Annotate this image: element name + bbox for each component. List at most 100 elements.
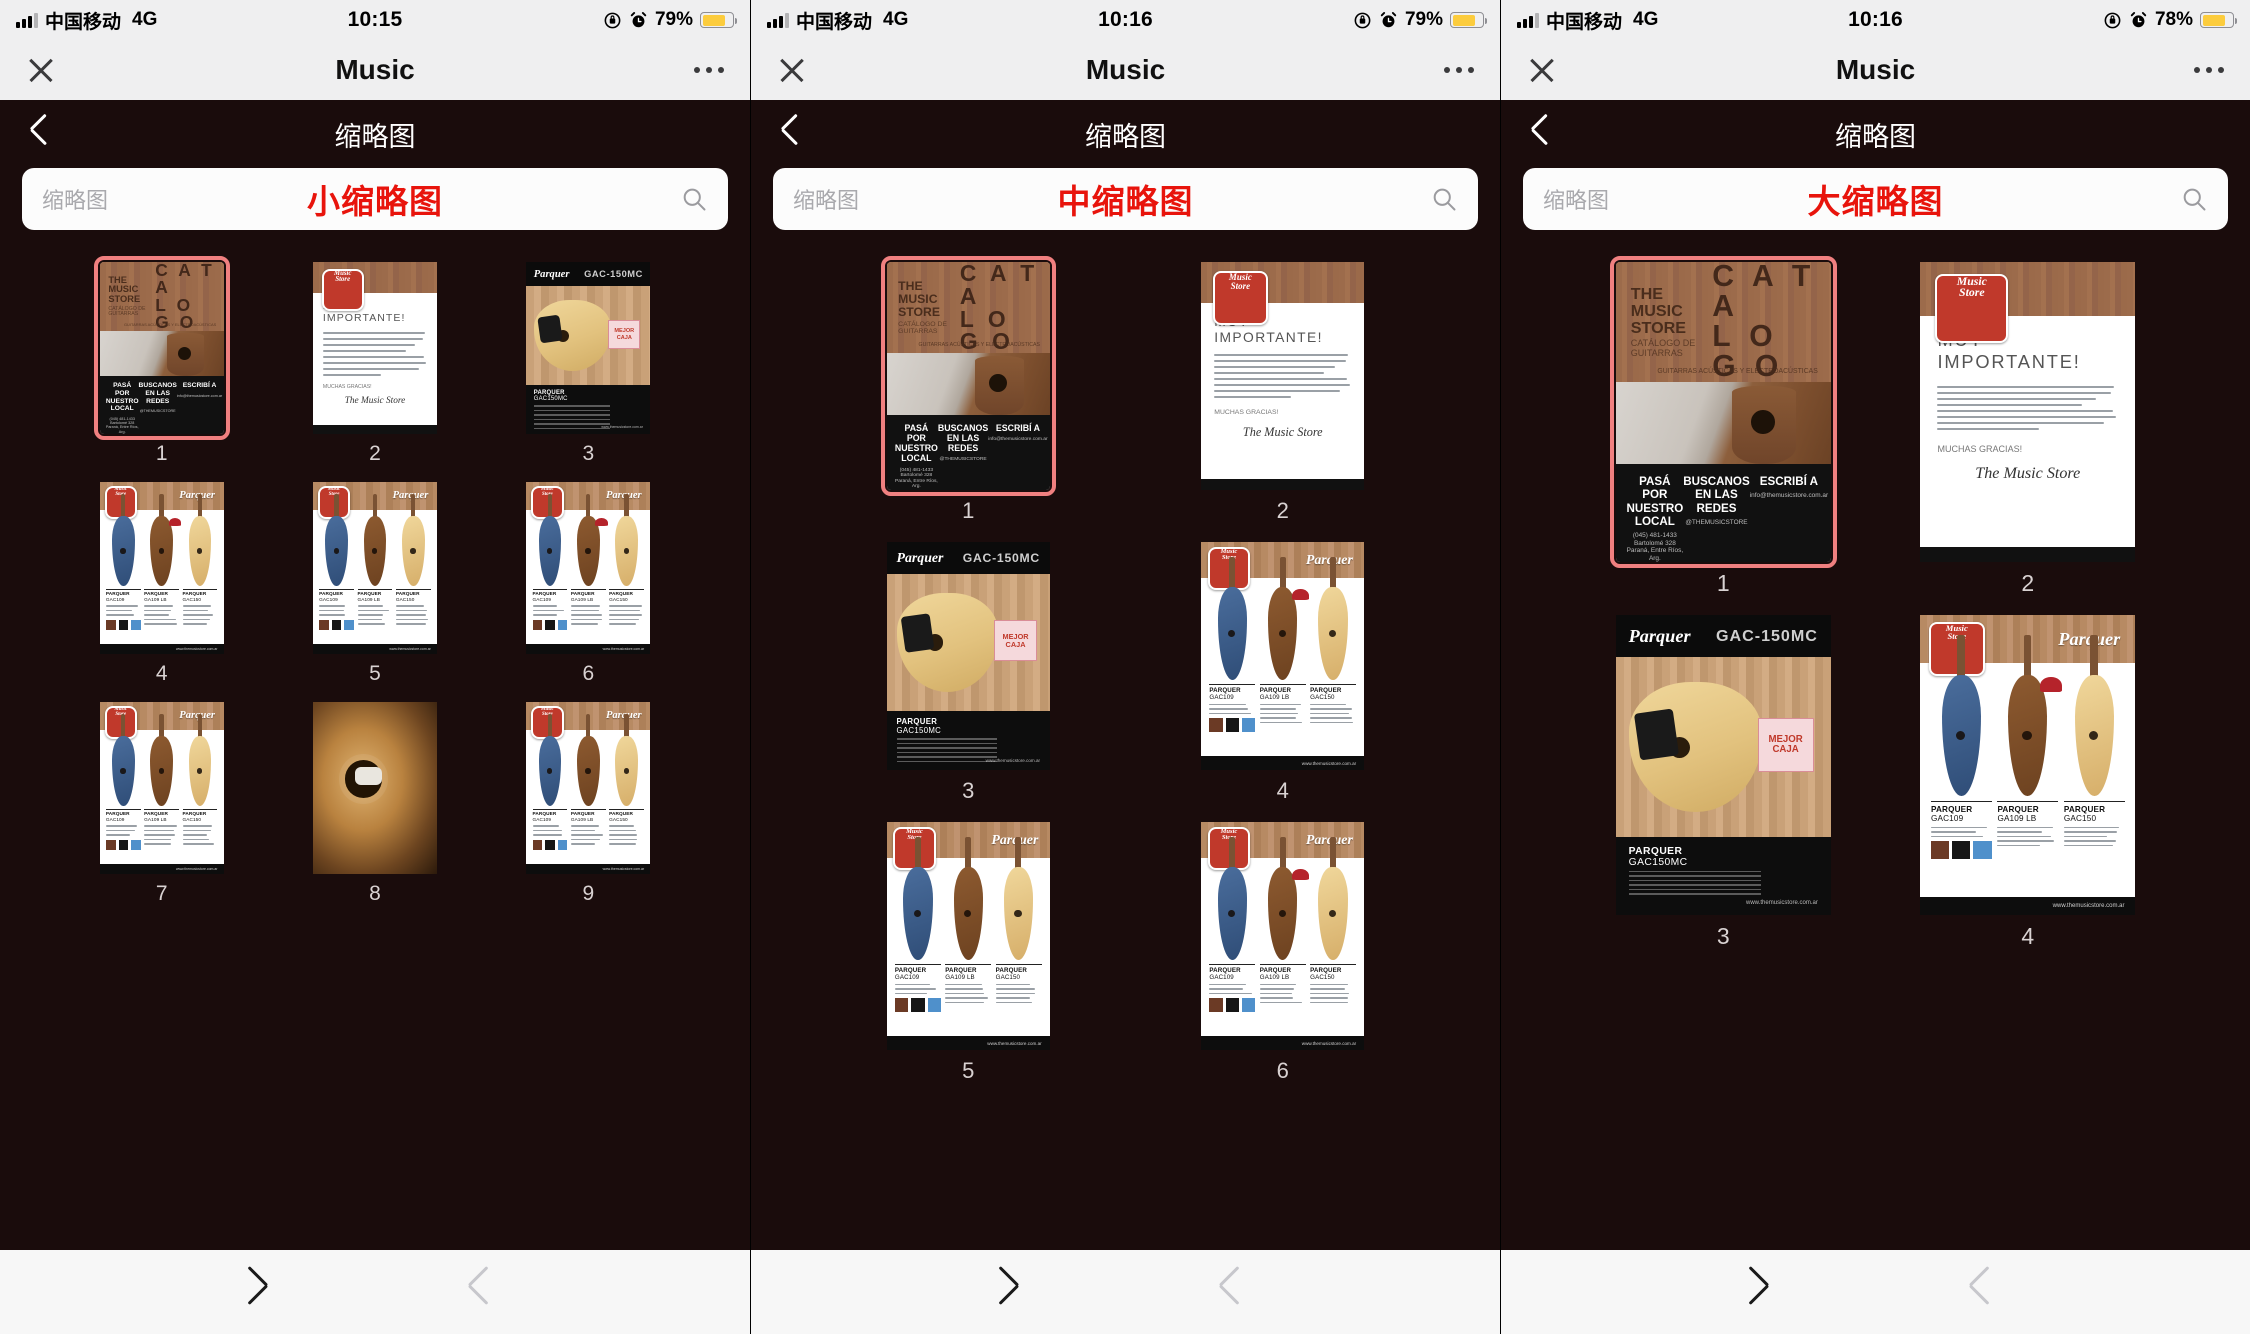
thumbnail-cell[interactable]: MusicStoreParquerPARQUERGAC109PARQUERGA1… [482, 702, 695, 916]
close-icon[interactable] [26, 55, 56, 85]
poster-website: www.themusicstore.com.ar [176, 867, 217, 871]
clock-label: 10:16 [1017, 8, 1234, 32]
thumbnail[interactable]: MusicStoreParquerPARQUERGAC109PARQUERGA1… [100, 702, 224, 874]
rotation-lock-icon [603, 11, 622, 30]
poster-important-body: MUY IMPORTANTE!MUCHAS GRACIAS!The Music … [1920, 316, 2135, 547]
search-input[interactable]: 缩略图 小缩略图 [22, 168, 728, 230]
poster-product-image [895, 863, 941, 963]
next-page-button[interactable] [465, 1272, 487, 1312]
poster-website: www.themusicstore.com.ar [389, 647, 430, 651]
next-page-button[interactable] [1966, 1272, 1988, 1312]
search-input[interactable]: 缩略图 中缩略图 [773, 168, 1478, 230]
search-row: 缩略图 大缩略图 [1501, 168, 2250, 230]
thumbnail-cell[interactable]: THE MUSIC STORE CATÁLOGO DE GUITARRAS C A T … [1571, 262, 1876, 607]
color-swatch [1931, 841, 1949, 859]
thumbnail[interactable]: Parquer GAC-150MC MEJOR CAJA PARQUER GAC150MC… [887, 542, 1050, 770]
more-options-icon[interactable] [1444, 67, 1474, 73]
thumbnail[interactable]: MusicStoreParquerPARQUERGAC109PARQUERGA1… [313, 482, 437, 654]
thumbnail-cell[interactable]: MusicStoreParquerPARQUERGAC109PARQUERGA1… [55, 482, 268, 696]
search-icon[interactable] [2180, 185, 2208, 213]
thumbnail[interactable]: MusicStoreMUY IMPORTANTE!MUCHAS GRACIAS!… [1920, 262, 2135, 562]
thumbnail[interactable]: MusicStoreParquerPARQUERGAC109PARQUERGA1… [526, 702, 650, 874]
poster-three-guitars: MusicStoreParquerPARQUERGAC109PARQUERGA1… [526, 702, 650, 874]
thumbnail-stage[interactable]: THE MUSIC STORE CATÁLOGO DE GUITARRAS C A T … [0, 244, 750, 1250]
thumbnail[interactable]: Parquer GAC-150MC MEJOR CAJA PARQUER GAC150MC… [526, 262, 650, 434]
poster-brand: THE MUSIC STORE CATÁLOGO DE GUITARRAS [1631, 286, 1712, 358]
guitar-neck [965, 837, 971, 871]
poster-product-meta: PARQUER GAC109 [895, 964, 941, 1037]
thumbnail-cell[interactable]: Parquer GAC-150MC MEJOR CAJA PARQUER GAC150MC… [482, 262, 695, 476]
guitar-body [615, 736, 637, 806]
thumbnail[interactable]: MusicStoreParquerPARQUERGAC109PARQUERGA1… [100, 482, 224, 654]
thumbnail-stage[interactable]: THE MUSIC STORE CATÁLOGO DE GUITARRAS C A T … [751, 244, 1500, 1250]
color-swatches [533, 620, 568, 630]
poster-brand: THE MUSIC STORE CATÁLOGO DE GUITARRAS [108, 276, 155, 318]
thumbnail-cell[interactable]: Parquer GAC-150MC MEJOR CAJA PARQUER GAC150MC… [1571, 615, 1876, 960]
thumbnail-cell[interactable]: MusicStoreMUY IMPORTANTE!MUCHAS GRACIAS!… [1126, 262, 1441, 534]
thumbnail[interactable]: MusicStoreParquerPARQUERGAC109PARQUERGA1… [1920, 615, 2135, 915]
thumbnail-cell[interactable]: MusicStoreParquerPARQUERGAC109PARQUERGA1… [1126, 542, 1441, 814]
poster-product-column: PARQUER GAC150 [609, 733, 644, 863]
poster-tag: MEJOR CAJA [1758, 718, 1814, 772]
thumbnail-cell[interactable]: MusicStoreMUY IMPORTANTE!MUCHAS GRACIAS!… [1876, 262, 2181, 607]
poster-product-column: PARQUER GA109 LB [144, 733, 179, 863]
color-swatch [1242, 718, 1255, 732]
search-input[interactable]: 缩略图 大缩略图 [1523, 168, 2228, 230]
thumbnail[interactable]: MusicStoreMUY IMPORTANTE!MUCHAS GRACIAS!… [313, 262, 437, 434]
thumbnail[interactable]: MusicStoreMUY IMPORTANTE!MUCHAS GRACIAS!… [1201, 262, 1364, 490]
color-swatch [106, 620, 116, 630]
thumbnail-selected[interactable]: THE MUSIC STORE CATÁLOGO DE GUITARRAS C A T … [887, 262, 1050, 490]
thumbnail[interactable]: MusicStoreParquerPARQUERGAC109PARQUERGA1… [1201, 542, 1364, 770]
more-options-icon[interactable] [2194, 67, 2224, 73]
thumbnail[interactable]: MusicStoreParquerPARQUERGAC109PARQUERGA1… [887, 822, 1050, 1050]
thumbnail-cell[interactable]: MusicStoreParquerPARQUERGAC109PARQUERGA1… [482, 482, 695, 696]
thumbnail-stage[interactable]: THE MUSIC STORE CATÁLOGO DE GUITARRAS C A T … [1501, 244, 2250, 1250]
thumbnail-cell[interactable]: MusicStoreMUY IMPORTANTE!MUCHAS GRACIAS!… [268, 262, 481, 476]
search-icon[interactable] [1430, 185, 1458, 213]
poster-signature: The Music Store [1214, 425, 1351, 440]
poster-website: www.themusicstore.com.ar [1302, 1041, 1356, 1046]
color-swatches [106, 620, 141, 630]
thumbnail[interactable] [313, 702, 437, 874]
poster-three-footer: www.themusicstore.com.ar [1920, 897, 2135, 915]
thumbnail-page-number: 4 [2021, 923, 2034, 950]
thumbnail[interactable]: MusicStoreParquerPARQUERGAC109PARQUERGA1… [526, 482, 650, 654]
close-icon[interactable] [1527, 55, 1557, 85]
thumbnail-cell[interactable]: MusicStoreParquerPARQUERGAC109PARQUERGA1… [811, 822, 1126, 1094]
guitar-body [112, 516, 134, 586]
guitar-body [1942, 675, 1981, 796]
thumbnail-cell[interactable]: MusicStoreParquerPARQUERGAC109PARQUERGA1… [268, 482, 481, 696]
poster-product-meta: PARQUER GAC150 [996, 964, 1042, 1037]
poster-product-image [2064, 669, 2125, 801]
poster-product-meta: PARQUER GAC109 [533, 589, 568, 644]
prev-page-button[interactable] [263, 1272, 285, 1312]
more-options-icon[interactable] [694, 67, 724, 73]
network-type-label: 4G [132, 9, 157, 31]
prev-page-button[interactable] [1764, 1272, 1786, 1312]
prev-page-button[interactable] [1014, 1272, 1036, 1312]
next-page-button[interactable] [1216, 1272, 1238, 1312]
best-seller-ribbon [1292, 589, 1309, 600]
poster-website: www.themusicstore.com.ar [176, 647, 217, 651]
color-swatch [1226, 998, 1239, 1012]
alarm-clock-icon [629, 11, 648, 30]
thumbnail[interactable]: Parquer GAC-150MC MEJOR CAJA PARQUER GAC150MC… [1616, 615, 1831, 915]
thumbnail-cell[interactable]: MusicStoreParquerPARQUERGAC109PARQUERGA1… [1126, 822, 1441, 1094]
thumbnail-selected[interactable]: THE MUSIC STORE CATÁLOGO DE GUITARRAS C A T … [1616, 262, 1831, 562]
thumbnail-cell[interactable]: MusicStoreParquerPARQUERGAC109PARQUERGA1… [1876, 615, 2181, 960]
close-icon[interactable] [777, 55, 807, 85]
thumbnail-cell[interactable]: THE MUSIC STORE CATÁLOGO DE GUITARRAS C A T … [55, 262, 268, 476]
thumbnail-page-number: 9 [582, 882, 594, 906]
thumbnail-cell[interactable]: THE MUSIC STORE CATÁLOGO DE GUITARRAS C A T … [811, 262, 1126, 534]
poster-three-footer: www.themusicstore.com.ar [887, 1036, 1050, 1050]
poster-footer-col: BUSCANOS EN LAS REDES @THEMUSICSTORE [1683, 475, 1749, 562]
color-swatch [533, 840, 543, 850]
poster-brand-script: Parquer [1629, 626, 1691, 647]
thumbnail-cell[interactable]: Parquer GAC-150MC MEJOR CAJA PARQUER GAC150MC… [811, 542, 1126, 814]
color-swatch [558, 840, 568, 850]
thumbnail-selected[interactable]: THE MUSIC STORE CATÁLOGO DE GUITARRAS C A T … [100, 262, 224, 434]
thumbnail[interactable]: MusicStoreParquerPARQUERGAC109PARQUERGA1… [1201, 822, 1364, 1050]
thumbnail-cell[interactable]: MusicStoreParquerPARQUERGAC109PARQUERGA1… [55, 702, 268, 916]
search-icon[interactable] [680, 185, 708, 213]
thumbnail-cell[interactable]: 8 [268, 702, 481, 916]
